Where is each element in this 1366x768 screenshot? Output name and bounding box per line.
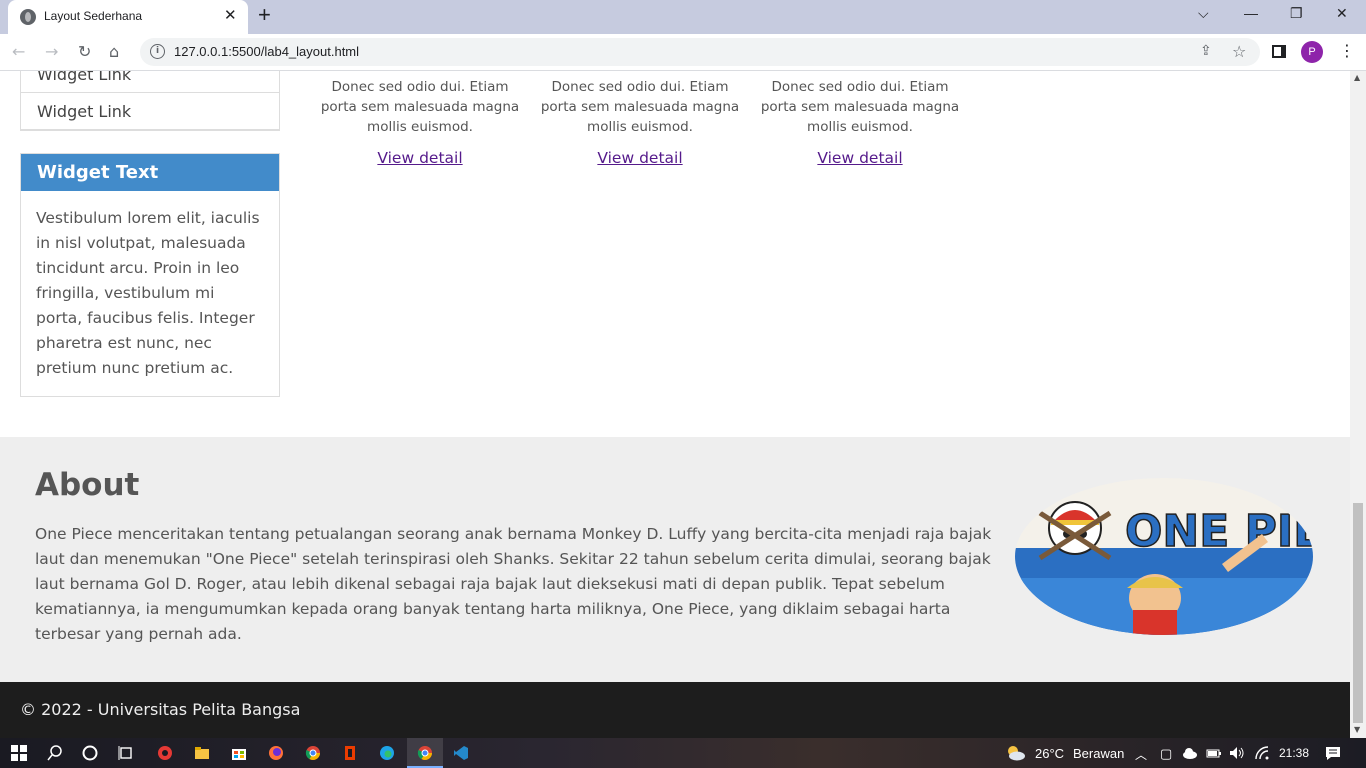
chrome-icon[interactable]: [305, 745, 321, 761]
view-detail-link[interactable]: View detail: [817, 149, 902, 167]
widget-text-body: Vestibulum lorem elit, iaculis in nisl v…: [36, 209, 260, 377]
page-viewport: Widget Link Widget Link Widget Text Vest…: [0, 71, 1350, 738]
minimize-button[interactable]: —: [1244, 5, 1258, 21]
browser-tab[interactable]: Layout Sederhana ✕: [8, 0, 248, 34]
about-title: About: [35, 467, 140, 503]
chrome-active-icon[interactable]: [417, 745, 433, 761]
url-text[interactable]: 127.0.0.1:5500/lab4_layout.html: [174, 44, 359, 59]
site-info-icon[interactable]: i: [150, 44, 165, 59]
file-explorer-icon[interactable]: [194, 745, 210, 761]
task-view-icon[interactable]: [118, 745, 134, 761]
article-card: Donec sed odio dui. Etiam porta sem male…: [760, 77, 960, 167]
tab-title: Layout Sederhana: [44, 9, 143, 23]
tab-search-dropdown-icon[interactable]: ⌵: [1198, 5, 1209, 22]
page-scrollbar[interactable]: ▲ ▼: [1350, 71, 1366, 738]
address-bar[interactable]: i 127.0.0.1:5500/lab4_layout.html ⇪ ☆: [140, 38, 1260, 66]
edge-icon[interactable]: [379, 745, 395, 761]
profile-avatar[interactable]: P: [1301, 41, 1323, 63]
about-text: One Piece menceritakan tentang petualang…: [35, 525, 992, 643]
clock-time[interactable]: 21:38: [1279, 746, 1309, 760]
widget-links-box: Widget Link Widget Link: [20, 71, 280, 131]
widget-text-box: Widget Text Vestibulum lorem elit, iacul…: [20, 153, 280, 397]
card-description: Donec sed odio dui. Etiam porta sem male…: [320, 79, 520, 135]
view-detail-link[interactable]: View detail: [597, 149, 682, 167]
browser-tab-strip: Layout Sederhana ✕ + ⌵ — ❐ ✕: [0, 0, 1366, 34]
home-icon[interactable]: ⌂: [109, 42, 119, 61]
footer-copyright: © 2022 - Universitas Pelita Bangsa: [20, 700, 301, 719]
store-icon[interactable]: [231, 745, 247, 761]
bookmark-star-icon[interactable]: ☆: [1232, 42, 1246, 61]
scroll-down-arrow-icon[interactable]: ▼: [1354, 725, 1360, 734]
card-description: Donec sed odio dui. Etiam porta sem male…: [540, 79, 740, 135]
side-panel-icon[interactable]: [1272, 45, 1286, 58]
globe-icon: [20, 9, 36, 25]
close-window-button[interactable]: ✕: [1336, 5, 1348, 22]
vscode-icon[interactable]: [453, 745, 469, 761]
widget-link[interactable]: Widget Link: [21, 93, 279, 130]
logo-lettering: ONE PIECE: [1125, 506, 1313, 557]
show-hidden-icons-chevron-icon[interactable]: ︿: [1135, 746, 1147, 763]
forward-arrow-icon[interactable]: →: [45, 42, 58, 61]
widget-text-title: Widget Text: [21, 154, 279, 191]
restore-button[interactable]: ❐: [1290, 5, 1303, 22]
share-icon[interactable]: ⇪: [1200, 43, 1212, 59]
wifi-icon[interactable]: [1254, 745, 1270, 761]
windows-taskbar: 26°C Berawan ︿ ▢ 21:38: [0, 738, 1366, 768]
back-arrow-icon[interactable]: ←: [12, 42, 25, 61]
tab-close-icon[interactable]: ✕: [224, 6, 237, 24]
page-footer: © 2022 - Universitas Pelita Bangsa: [0, 682, 1350, 738]
article-card: Donec sed odio dui. Etiam porta sem male…: [320, 77, 520, 167]
onedrive-cloud-icon[interactable]: [1182, 745, 1198, 761]
cortana-icon[interactable]: [82, 745, 98, 761]
weather-temperature[interactable]: 26°C: [1035, 746, 1064, 761]
card-description: Donec sed odio dui. Etiam porta sem male…: [760, 79, 960, 135]
windows-start-icon[interactable]: [11, 745, 27, 761]
view-detail-link[interactable]: View detail: [377, 149, 462, 167]
about-section: About One Piece menceritakan tentang pet…: [0, 437, 1350, 682]
firefox-icon[interactable]: [268, 745, 284, 761]
browser-toolbar: ← → ↻ ⌂ i 127.0.0.1:5500/lab4_layout.htm…: [0, 34, 1366, 71]
app-red-icon[interactable]: [157, 745, 173, 761]
search-icon[interactable]: [47, 745, 63, 761]
reload-icon[interactable]: ↻: [78, 42, 91, 61]
one-piece-logo-image: ONE PIECE: [1015, 478, 1313, 635]
widget-link[interactable]: Widget Link: [21, 71, 279, 93]
battery-icon[interactable]: [1206, 745, 1222, 761]
article-card: Donec sed odio dui. Etiam porta sem male…: [540, 77, 740, 167]
browser-menu-icon[interactable]: ⋮: [1339, 41, 1355, 60]
new-tab-button[interactable]: +: [258, 2, 271, 28]
meet-now-icon[interactable]: ▢: [1160, 746, 1172, 762]
volume-icon[interactable]: [1229, 745, 1245, 761]
office-icon[interactable]: [342, 745, 358, 761]
notification-center-icon[interactable]: [1325, 745, 1341, 761]
weather-description[interactable]: Berawan: [1073, 746, 1124, 761]
scrollbar-thumb[interactable]: [1353, 503, 1363, 723]
scroll-up-arrow-icon[interactable]: ▲: [1354, 73, 1360, 82]
weather-cloud-icon[interactable]: [1004, 745, 1026, 761]
